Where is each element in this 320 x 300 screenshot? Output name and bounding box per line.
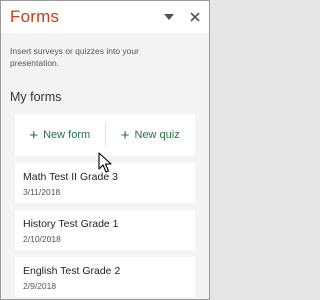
my-forms-heading: My forms — [10, 90, 62, 104]
form-name: History Test Grade 1 — [23, 218, 119, 230]
forms-task-pane: Forms Insert surveys or quizzes into you… — [0, 0, 210, 300]
close-button[interactable] — [187, 9, 203, 25]
form-date: 2/9/2018 — [23, 281, 57, 291]
form-date: 3/11/2018 — [23, 187, 61, 197]
plus-icon: + — [120, 126, 130, 144]
intro-text: Insert surveys or quizzes into your pres… — [10, 46, 139, 68]
new-form-button[interactable]: + New form — [15, 114, 105, 156]
new-form-label: New form — [43, 129, 91, 141]
new-quiz-button[interactable]: + New quiz — [106, 114, 196, 156]
form-card[interactable]: History Test Grade 1 2/10/2018 — [15, 210, 195, 250]
pane-header: Forms — [1, 1, 209, 33]
chevron-down-icon — [164, 14, 174, 20]
form-card[interactable]: English Test Grade 2 2/9/2018 — [15, 257, 195, 297]
create-actions: + New form + New quiz — [15, 114, 195, 156]
new-quiz-label: New quiz — [134, 129, 180, 141]
form-date: 2/10/2018 — [23, 234, 61, 244]
mouse-cursor-icon — [98, 152, 112, 173]
pane-title: Forms — [10, 7, 60, 26]
plus-icon: + — [29, 126, 39, 144]
pane-options-button[interactable] — [161, 9, 177, 25]
close-icon — [190, 12, 200, 22]
form-name: English Test Grade 2 — [23, 265, 121, 277]
